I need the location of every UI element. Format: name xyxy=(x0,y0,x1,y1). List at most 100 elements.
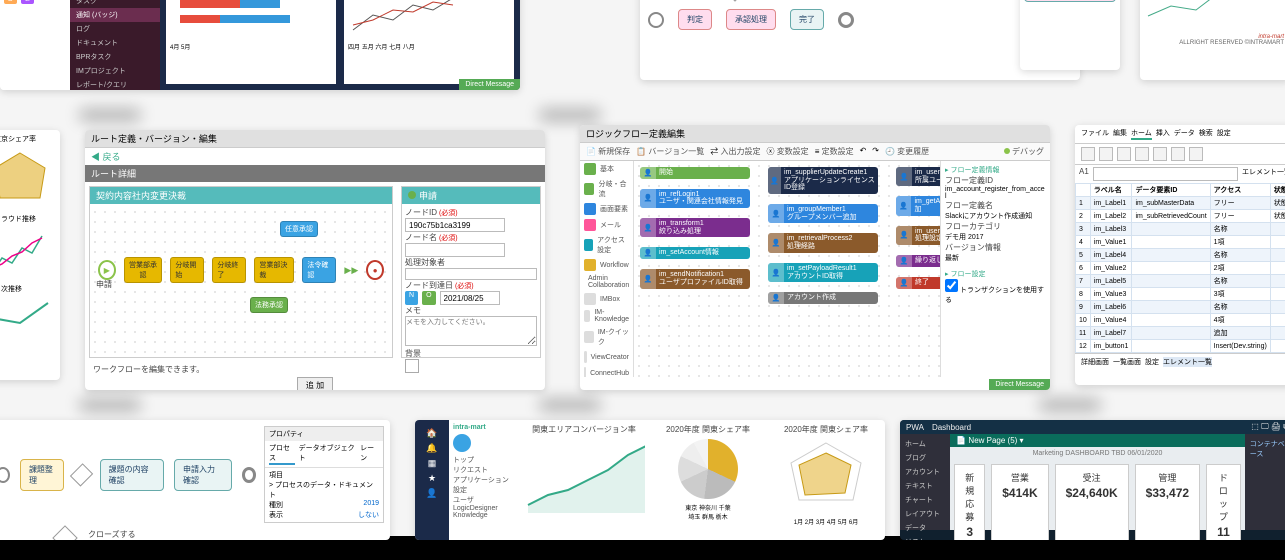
flow-node[interactable]: 分岐終了 xyxy=(212,257,246,283)
start-event-icon[interactable]: ▶ xyxy=(98,260,116,280)
logic-node[interactable]: 👤im_transform1絞り込み処理 xyxy=(640,218,750,237)
direct-message-badge[interactable]: Direct Message xyxy=(459,79,520,90)
logic-node[interactable]: 👤繰り返し終了 xyxy=(896,255,940,267)
logic-node[interactable]: 👤im_sendNotification1ユーザプロファイルID取得 xyxy=(640,269,750,288)
tool-undo[interactable]: ↶ xyxy=(860,146,867,157)
node-id-input[interactable] xyxy=(405,218,505,232)
nav-task[interactable]: タスク xyxy=(70,0,160,8)
tab-button[interactable]: 📄 New Page (5) ▾ xyxy=(950,434,1245,447)
palette-item[interactable]: IM-Knowledge xyxy=(580,307,633,325)
table-row[interactable]: 8im_Value33項詳細画面C4 xyxy=(1076,288,1285,301)
nav-user-icon[interactable]: 👤 xyxy=(415,488,449,499)
nav-item[interactable]: トップ xyxy=(453,455,515,465)
left-item[interactable]: アカウント xyxy=(905,465,945,479)
date-input[interactable] xyxy=(440,291,500,305)
nav-log[interactable]: ログ xyxy=(70,22,160,36)
logic-node[interactable]: 👤アカウント作成 xyxy=(768,292,878,304)
nav-grid-icon[interactable]: ▦ xyxy=(415,458,449,469)
logic-node[interactable]: 👤im_userPayloadResult3処理設定 xyxy=(896,226,940,245)
table-row[interactable]: 9im_Label6名称詳細画面D1 xyxy=(1076,301,1285,314)
add-button[interactable]: 追 加 xyxy=(297,377,333,390)
sheet-tab[interactable]: 一覧画面 xyxy=(1113,357,1141,367)
align-center-icon[interactable] xyxy=(1153,147,1167,161)
logic-node[interactable]: 👤im_supplierUpdateCreate1アプリケーションライセンスID… xyxy=(768,167,878,194)
palette-item[interactable]: IMBox xyxy=(580,291,633,307)
tab-edit[interactable]: 編集 xyxy=(1113,128,1127,140)
nav-star-icon[interactable]: ★ xyxy=(415,473,449,484)
topbar-pwa[interactable]: PWA xyxy=(906,423,924,432)
flow-node[interactable]: 法務承認 xyxy=(250,297,288,313)
nav-item[interactable]: リクエスト xyxy=(453,465,515,475)
tool-io[interactable]: ⇄ 入出力設定 xyxy=(710,146,760,157)
back-link[interactable]: ◀ 戻る xyxy=(91,152,121,162)
bpmn-task[interactable]: 課題整理 xyxy=(20,459,64,491)
tab-dataobj[interactable]: データオブジェクト xyxy=(299,443,357,465)
flow-node[interactable]: 法令確認 xyxy=(302,257,336,283)
left-item[interactable]: ホーム xyxy=(905,437,945,451)
table-row[interactable]: 11im_Label7追加詳細画面E1 xyxy=(1076,327,1285,340)
left-item[interactable]: リスト xyxy=(905,535,945,540)
nav-home-icon[interactable]: 🏠 xyxy=(415,428,449,439)
avatar[interactable] xyxy=(453,434,471,452)
tab-file[interactable]: ファイル xyxy=(1081,128,1109,140)
formula-bar[interactable] xyxy=(1093,167,1238,181)
tx-checkbox[interactable]: トランザクションを使用する xyxy=(945,287,1044,304)
tool-versions[interactable]: 📋 バージョン一覧 xyxy=(636,146,704,157)
tab-home[interactable]: ホーム xyxy=(1131,128,1152,140)
palette-item[interactable]: ViewCreator xyxy=(580,349,633,365)
nav-doc[interactable]: ドキュメント xyxy=(70,36,160,50)
direct-message-badge[interactable]: Direct Message xyxy=(989,379,1050,390)
bold-icon[interactable] xyxy=(1081,147,1095,161)
nav-item[interactable]: LogicDesigner xyxy=(453,505,515,512)
table-row[interactable]: 5im_Label4名称詳細画面B1 xyxy=(1076,249,1285,262)
sheet-tab[interactable]: 設定 xyxy=(1145,357,1159,367)
end-event-icon[interactable]: ● xyxy=(366,260,384,280)
palette-item[interactable]: ConnectHub xyxy=(580,365,633,377)
table-row[interactable]: 6im_Value22項詳細画面B4 xyxy=(1076,262,1285,275)
element-table[interactable]: ラベル名データ要素IDアクセス状態要素シート範囲1im_Label1im_sub… xyxy=(1075,183,1285,353)
bpmn-task[interactable]: 承認処理 xyxy=(726,9,776,30)
border-icon[interactable] xyxy=(1189,147,1203,161)
tab-find[interactable]: 検索 xyxy=(1199,128,1213,140)
palette-item[interactable]: 画面要素 xyxy=(580,201,633,217)
nav-notify[interactable]: 通知 (バッジ) xyxy=(70,8,160,22)
flow-node[interactable]: 分岐開始 xyxy=(170,257,204,283)
bpmn-task[interactable]: 申請入力確認 xyxy=(174,459,232,491)
logic-node[interactable]: 👤終了 xyxy=(896,277,940,289)
tool-const[interactable]: ≡ 定数設定 xyxy=(815,146,854,157)
tool-redo[interactable]: ↷ xyxy=(872,146,879,157)
table-row[interactable]: 12im_button1Insert(Dev.string)詳細画面F1 xyxy=(1076,340,1285,353)
sheet-tab[interactable]: エレメント一覧 xyxy=(1163,357,1212,367)
tab-lane[interactable]: レーン xyxy=(360,443,379,465)
table-row[interactable]: 1im_Label1im_subMasterDataフリー状態要素詳細画面A1 xyxy=(1076,197,1285,210)
logic-node[interactable]: 👤im_getAccountList・ALX追加 xyxy=(896,196,940,215)
italic-icon[interactable] xyxy=(1099,147,1113,161)
left-item[interactable]: レイアウト xyxy=(905,507,945,521)
tab-conf[interactable]: 設定 xyxy=(1217,128,1231,140)
nav-item[interactable]: ユーザ xyxy=(453,495,515,505)
palette-item[interactable]: Admin Collaboration xyxy=(580,273,633,291)
logic-node[interactable]: 👤im_refLogin1ユーザ・関連会社情報発見 xyxy=(640,189,750,208)
sheet-tab[interactable]: 詳細画面 xyxy=(1081,357,1109,367)
table-row[interactable]: 10im_Value44項詳細画面D4 xyxy=(1076,314,1285,327)
tool-save[interactable]: 📄 新規保存 xyxy=(586,146,630,157)
nav-item[interactable]: Knowledge xyxy=(453,512,515,519)
bg-color-swatch[interactable] xyxy=(405,359,419,373)
tool-debug[interactable]: デバッグ xyxy=(1004,146,1044,157)
palette-item[interactable]: 分岐・合流 xyxy=(580,177,633,201)
left-item[interactable]: テキスト xyxy=(905,479,945,493)
tool-history[interactable]: 🕘 変更履歴 xyxy=(885,146,929,157)
tool-var[interactable]: ⓧ 変数設定 xyxy=(766,146,808,157)
left-item[interactable]: データ xyxy=(905,521,945,535)
underline-icon[interactable] xyxy=(1117,147,1131,161)
flow-node[interactable]: 任意承認 xyxy=(280,221,318,237)
bpmn-task[interactable]: 判定 xyxy=(678,9,712,30)
logic-node[interactable]: 👤im_setPayloadResult1アカウントID取得 xyxy=(768,263,878,282)
tab-data[interactable]: データ xyxy=(1174,128,1195,140)
nav-item[interactable]: 設定 xyxy=(453,485,515,495)
palette-item[interactable]: 基本 xyxy=(580,161,633,177)
table-row[interactable]: 7im_Label5名称詳細画面C1 xyxy=(1076,275,1285,288)
tab-process[interactable]: プロセス xyxy=(269,443,295,465)
tab-insert[interactable]: 挿入 xyxy=(1156,128,1170,140)
left-item[interactable]: ブログ xyxy=(905,451,945,465)
